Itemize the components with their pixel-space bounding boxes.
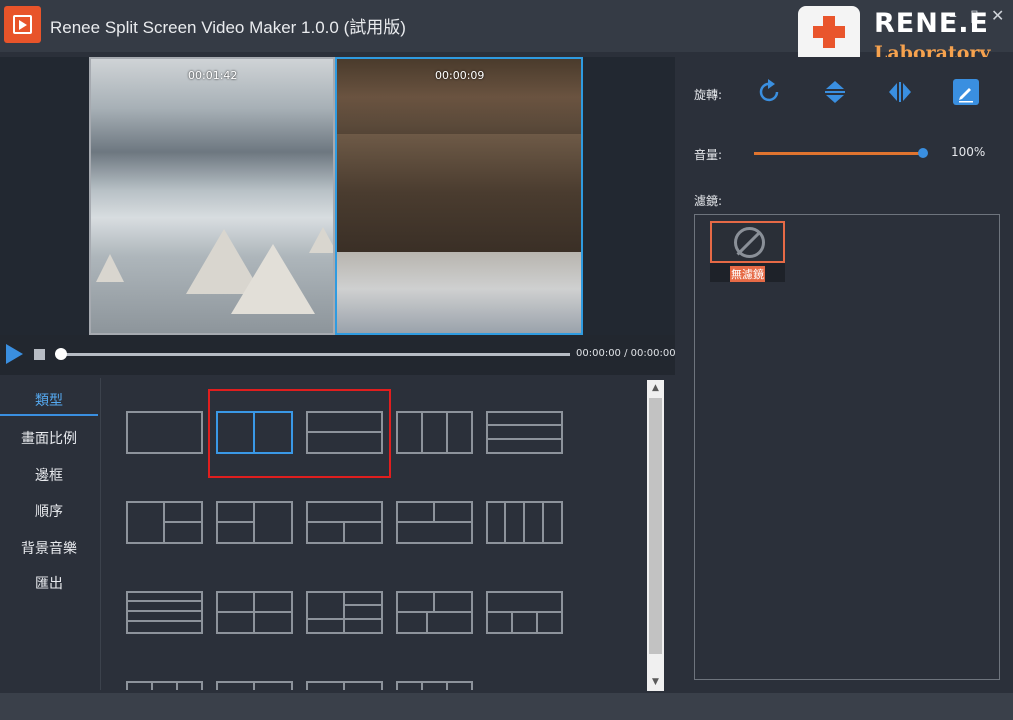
title-bar: Renee Split Screen Video Maker 1.0.0 (試用… [0, 0, 1013, 64]
volume-label: 音量: [694, 148, 723, 162]
layout-top-one-bottom-three[interactable] [486, 591, 563, 634]
layout-row4-2[interactable] [216, 681, 293, 690]
layout-mixed-4[interactable] [396, 591, 473, 634]
layout-scrollbar[interactable]: ▲ ▼ [647, 380, 664, 691]
rotate-label: 旋轉: [694, 88, 723, 102]
app-icon [4, 6, 41, 43]
scroll-down-button[interactable]: ▼ [647, 674, 664, 691]
salt-mound [309, 227, 333, 253]
layout-row4-4[interactable] [396, 681, 473, 690]
status-bar [0, 693, 1013, 720]
video-preview: 00:01:42 00:00:09 [0, 57, 675, 335]
preview-pane-left[interactable]: 00:01:42 [89, 57, 335, 335]
volume-slider-knob[interactable] [918, 148, 928, 158]
nav-item-aspect-ratio[interactable]: 畫面比例 [0, 428, 98, 448]
filter-label: 濾鏡: [694, 194, 723, 208]
edit-icon[interactable] [951, 77, 981, 107]
nav-item-type[interactable]: 類型 [0, 390, 98, 416]
preview-pane-right[interactable]: 00:00:09 [335, 57, 583, 335]
flip-horizontal-icon[interactable] [885, 77, 915, 107]
close-button[interactable]: ✕ [991, 6, 1004, 25]
player-controls: 00:00:00 / 00:00:00 [0, 335, 676, 375]
filter-list: 無濾鏡 [694, 214, 1000, 680]
selection-highlight-box [208, 389, 391, 478]
layout-top-two-bottom-big[interactable] [396, 501, 473, 544]
volume-slider-track[interactable] [754, 152, 922, 155]
layout-split-4-vertical[interactable] [486, 501, 563, 544]
layout-grid-2x2[interactable] [216, 591, 293, 634]
layout-single[interactable] [126, 411, 203, 454]
layout-top-big-bottom-two[interactable] [306, 501, 383, 544]
logo-key-icon [798, 6, 860, 64]
log-texture [337, 134, 581, 252]
layout-split-4-horizontal[interactable] [126, 591, 203, 634]
time-readout: 00:00:00 / 00:00:00 [576, 348, 676, 359]
layout-left-one-right-three[interactable] [306, 591, 383, 634]
layout-left-big-right-two[interactable] [126, 501, 203, 544]
layout-row4-3[interactable] [306, 681, 383, 690]
settings-panel: 旋轉: 音量: 100% 濾鏡: 無濾鏡 [675, 57, 1013, 693]
filter-item-label: 無濾鏡 [730, 266, 765, 282]
layout-split-3-horizontal[interactable] [486, 411, 563, 454]
salt-mound [231, 244, 315, 314]
nav-item-background-music[interactable]: 背景音樂 [0, 538, 98, 558]
progress-track[interactable] [60, 353, 570, 356]
flip-vertical-icon[interactable] [820, 77, 850, 107]
nav-item-order[interactable]: 順序 [0, 501, 98, 521]
play-button[interactable] [6, 344, 23, 364]
side-nav: 類型 畫面比例 邊框 順序 背景音樂 匯出 [0, 378, 101, 690]
filter-item-none[interactable] [710, 221, 785, 263]
no-filter-icon [734, 227, 765, 258]
preview-right-timestamp: 00:00:09 [435, 69, 485, 82]
nav-item-border[interactable]: 邊框 [0, 465, 98, 485]
rotate-icon[interactable] [755, 77, 785, 107]
volume-value: 100% [951, 145, 986, 159]
scroll-up-button[interactable]: ▲ [647, 380, 664, 397]
progress-knob[interactable] [55, 348, 67, 360]
salt-mound [96, 254, 124, 282]
logo-brand: RENE.E [874, 8, 989, 39]
app-title: Renee Split Screen Video Maker 1.0.0 (試用… [50, 18, 406, 37]
scroll-thumb[interactable] [649, 398, 662, 654]
stop-button[interactable] [34, 349, 45, 360]
layout-row4-1[interactable] [126, 681, 203, 690]
layout-split-3-vertical[interactable] [396, 411, 473, 454]
filter-item-label-wrap: 無濾鏡 [710, 263, 785, 282]
layout-left-two-right-big[interactable] [216, 501, 293, 544]
preview-left-timestamp: 00:01:42 [188, 69, 238, 82]
nav-item-export[interactable]: 匯出 [0, 573, 98, 593]
